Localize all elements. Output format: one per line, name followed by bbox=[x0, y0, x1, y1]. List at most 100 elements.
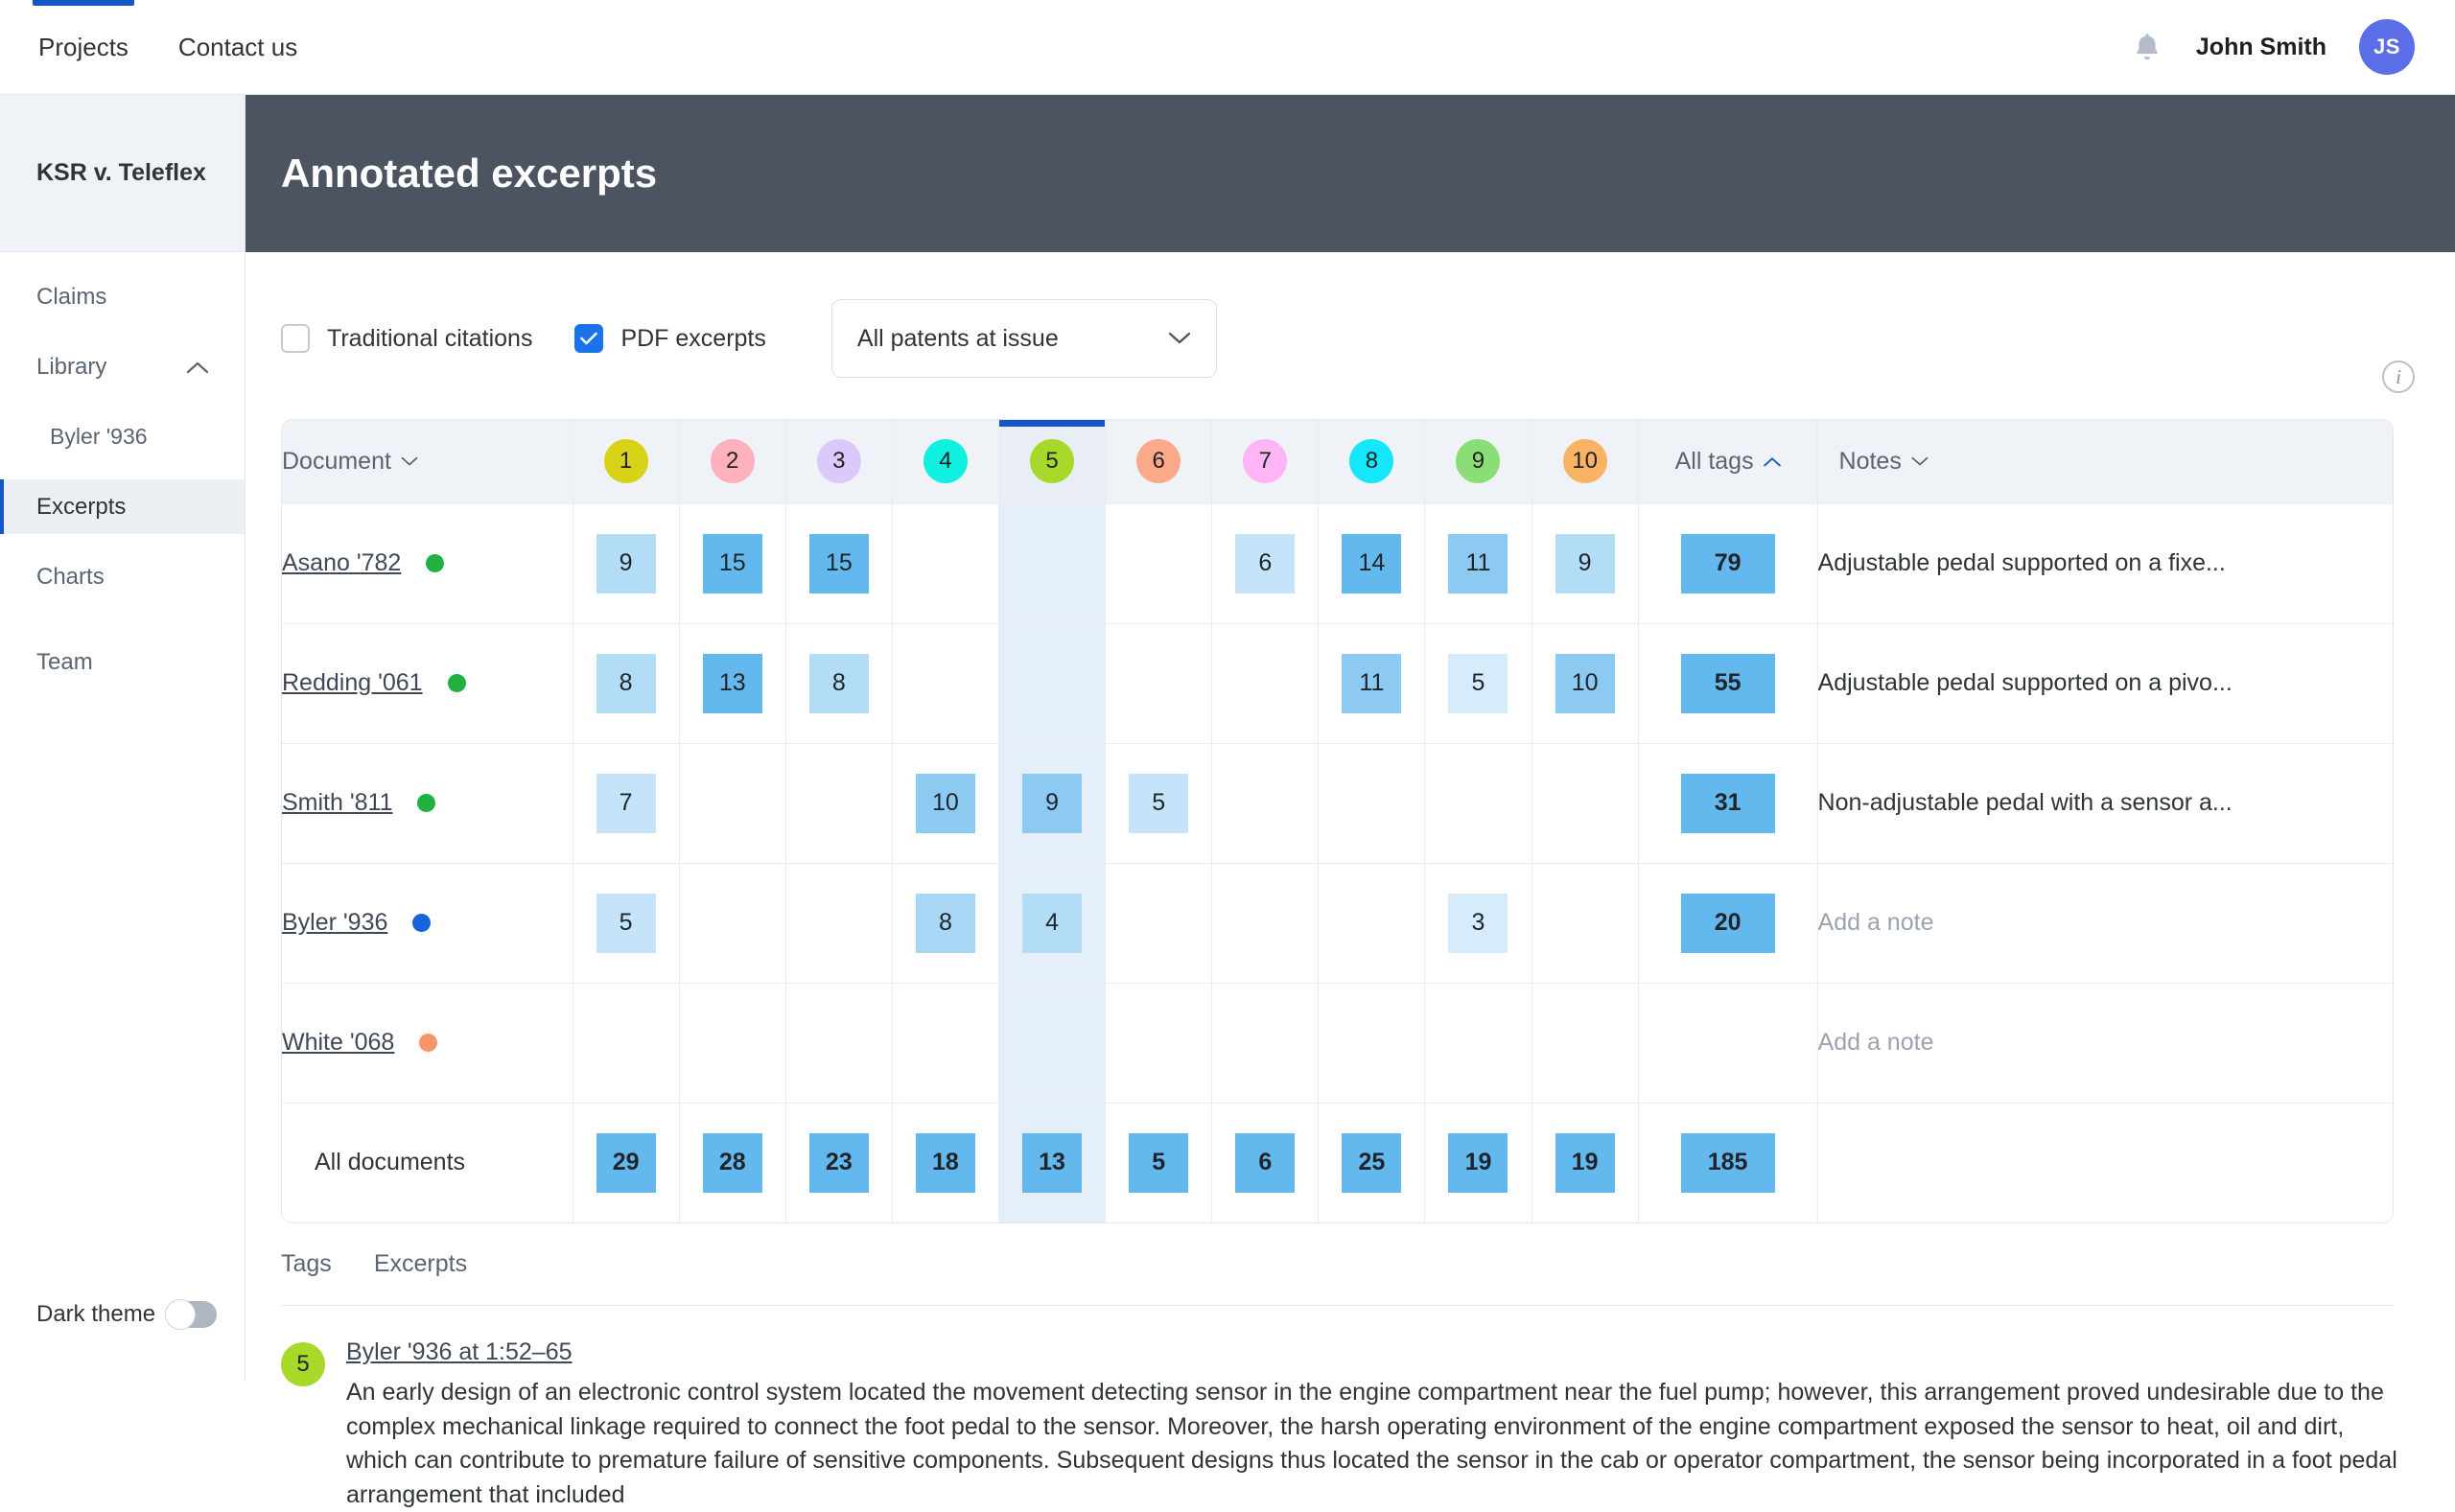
grand-total-cell[interactable]: 185 bbox=[1638, 1103, 1818, 1222]
total-count-cell[interactable]: 19 bbox=[1424, 1103, 1532, 1222]
tag-count-cell[interactable] bbox=[1105, 623, 1213, 744]
tag-count-cell[interactable]: 10 bbox=[892, 743, 1000, 864]
excerpt-tag-badge[interactable]: 5 bbox=[281, 1342, 325, 1386]
document-link[interactable]: Byler '936 bbox=[282, 909, 387, 937]
column-header-document[interactable]: Document bbox=[282, 420, 573, 504]
note-cell[interactable]: Non-adjustable pedal with a sensor a... bbox=[1817, 743, 2393, 864]
tag-count-cell[interactable] bbox=[1105, 863, 1213, 984]
patent-select[interactable]: All patents at issue bbox=[830, 299, 1217, 378]
note-cell[interactable]: Adjustable pedal supported on a pivo... bbox=[1817, 623, 2393, 744]
tag-count-cell[interactable]: 15 bbox=[785, 503, 893, 624]
tag-count-cell[interactable] bbox=[1211, 623, 1320, 744]
all-tags-cell[interactable]: 20 bbox=[1638, 863, 1818, 984]
tag-count-cell[interactable]: 13 bbox=[679, 623, 786, 744]
info-icon[interactable]: i bbox=[2382, 361, 2415, 393]
total-count-cell[interactable]: 29 bbox=[573, 1103, 680, 1222]
tab-excerpts[interactable]: Excerpts bbox=[374, 1250, 467, 1284]
dark-theme-toggle[interactable] bbox=[165, 1299, 217, 1330]
sidebar-item-excerpts[interactable]: Excerpts bbox=[0, 479, 245, 534]
document-link[interactable]: Asano '782 bbox=[282, 549, 401, 577]
tag-count-cell[interactable] bbox=[1531, 743, 1639, 864]
tag-count-cell[interactable]: 11 bbox=[1424, 503, 1532, 624]
all-tags-cell[interactable]: 31 bbox=[1638, 743, 1818, 864]
total-count-cell[interactable]: 25 bbox=[1318, 1103, 1426, 1222]
column-header-tag-10[interactable]: 10 bbox=[1531, 420, 1639, 504]
tag-count-cell[interactable] bbox=[1211, 863, 1320, 984]
tag-count-cell[interactable] bbox=[1105, 503, 1213, 624]
total-count-cell[interactable]: 5 bbox=[1105, 1103, 1213, 1222]
column-header-tag-8[interactable]: 8 bbox=[1318, 420, 1426, 504]
note-cell[interactable]: Adjustable pedal supported on a fixe... bbox=[1817, 503, 2393, 624]
column-header-tag-7[interactable]: 7 bbox=[1211, 420, 1320, 504]
tag-count-cell[interactable]: 8 bbox=[785, 623, 893, 744]
tag-count-cell[interactable] bbox=[892, 983, 1000, 1104]
tag-count-cell[interactable] bbox=[892, 623, 1000, 744]
document-link[interactable]: Redding '061 bbox=[282, 669, 423, 697]
sidebar-item-byler-936[interactable]: Byler '936 bbox=[0, 409, 245, 464]
column-header-tag-1[interactable]: 1 bbox=[573, 420, 680, 504]
tag-count-cell[interactable] bbox=[1531, 983, 1639, 1104]
tag-count-cell[interactable] bbox=[998, 983, 1107, 1104]
total-count-cell[interactable]: 6 bbox=[1211, 1103, 1320, 1222]
tag-count-cell[interactable] bbox=[1424, 743, 1532, 864]
tag-count-cell[interactable]: 9 bbox=[573, 503, 680, 624]
tag-count-cell[interactable] bbox=[785, 863, 893, 984]
note-cell[interactable]: Add a note bbox=[1817, 983, 2393, 1104]
user-name[interactable]: John Smith bbox=[2196, 34, 2326, 61]
tag-count-cell[interactable] bbox=[1211, 743, 1320, 864]
tag-count-cell[interactable] bbox=[1211, 983, 1320, 1104]
column-header-all-tags[interactable]: All tags bbox=[1638, 420, 1818, 504]
column-header-tag-2[interactable]: 2 bbox=[679, 420, 786, 504]
document-link[interactable]: Smith '811 bbox=[282, 789, 392, 817]
pdf-excerpts-checkbox[interactable]: PDF excerpts bbox=[574, 324, 766, 353]
tag-count-cell[interactable] bbox=[785, 743, 893, 864]
total-count-cell[interactable]: 13 bbox=[998, 1103, 1107, 1222]
traditional-citations-checkbox[interactable]: Traditional citations bbox=[281, 324, 532, 353]
all-tags-cell[interactable]: 79 bbox=[1638, 503, 1818, 624]
column-header-tag-4[interactable]: 4 bbox=[892, 420, 1000, 504]
tag-count-cell[interactable]: 8 bbox=[892, 863, 1000, 984]
tag-count-cell[interactable] bbox=[785, 983, 893, 1104]
sidebar-item-charts[interactable]: Charts bbox=[0, 549, 245, 604]
tag-count-cell[interactable]: 9 bbox=[998, 743, 1107, 864]
tag-count-cell[interactable] bbox=[1318, 863, 1426, 984]
nav-link-projects[interactable]: Projects bbox=[33, 0, 134, 94]
column-header-tag-9[interactable]: 9 bbox=[1424, 420, 1532, 504]
bell-icon[interactable] bbox=[2131, 29, 2163, 65]
tag-count-cell[interactable]: 8 bbox=[573, 623, 680, 744]
tag-count-cell[interactable]: 9 bbox=[1531, 503, 1639, 624]
tag-count-cell[interactable] bbox=[1105, 983, 1213, 1104]
total-count-cell[interactable]: 28 bbox=[679, 1103, 786, 1222]
tag-count-cell[interactable] bbox=[1318, 743, 1426, 864]
sidebar-item-claims[interactable]: Claims bbox=[0, 269, 245, 324]
tag-count-cell[interactable] bbox=[679, 743, 786, 864]
document-link[interactable]: White '068 bbox=[282, 1029, 394, 1057]
sidebar-item-library[interactable]: Library bbox=[0, 339, 245, 394]
tag-count-cell[interactable]: 6 bbox=[1211, 503, 1320, 624]
tag-count-cell[interactable] bbox=[892, 503, 1000, 624]
tag-count-cell[interactable]: 3 bbox=[1424, 863, 1532, 984]
all-tags-cell[interactable] bbox=[1638, 983, 1818, 1104]
tag-count-cell[interactable]: 11 bbox=[1318, 623, 1426, 744]
tag-count-cell[interactable] bbox=[1318, 983, 1426, 1104]
tag-count-cell[interactable] bbox=[679, 983, 786, 1104]
total-count-cell[interactable]: 19 bbox=[1531, 1103, 1639, 1222]
tab-tags[interactable]: Tags bbox=[281, 1250, 332, 1284]
tag-count-cell[interactable] bbox=[998, 623, 1107, 744]
tag-count-cell[interactable]: 14 bbox=[1318, 503, 1426, 624]
tag-count-cell[interactable]: 15 bbox=[679, 503, 786, 624]
column-header-tag-5[interactable]: 5 bbox=[998, 420, 1107, 504]
total-count-cell[interactable]: 23 bbox=[785, 1103, 893, 1222]
tag-count-cell[interactable]: 10 bbox=[1531, 623, 1639, 744]
column-header-tag-3[interactable]: 3 bbox=[785, 420, 893, 504]
tag-count-cell[interactable]: 5 bbox=[573, 863, 680, 984]
project-selector[interactable]: KSR v. Teleflex bbox=[0, 95, 245, 252]
tag-count-cell[interactable]: 5 bbox=[1105, 743, 1213, 864]
tag-count-cell[interactable] bbox=[1531, 863, 1639, 984]
tag-count-cell[interactable]: 7 bbox=[573, 743, 680, 864]
nav-link-contact-us[interactable]: Contact us bbox=[178, 0, 297, 94]
tag-count-cell[interactable] bbox=[998, 503, 1107, 624]
tag-count-cell[interactable] bbox=[679, 863, 786, 984]
note-cell[interactable]: Add a note bbox=[1817, 863, 2393, 984]
tag-count-cell[interactable] bbox=[573, 983, 680, 1104]
